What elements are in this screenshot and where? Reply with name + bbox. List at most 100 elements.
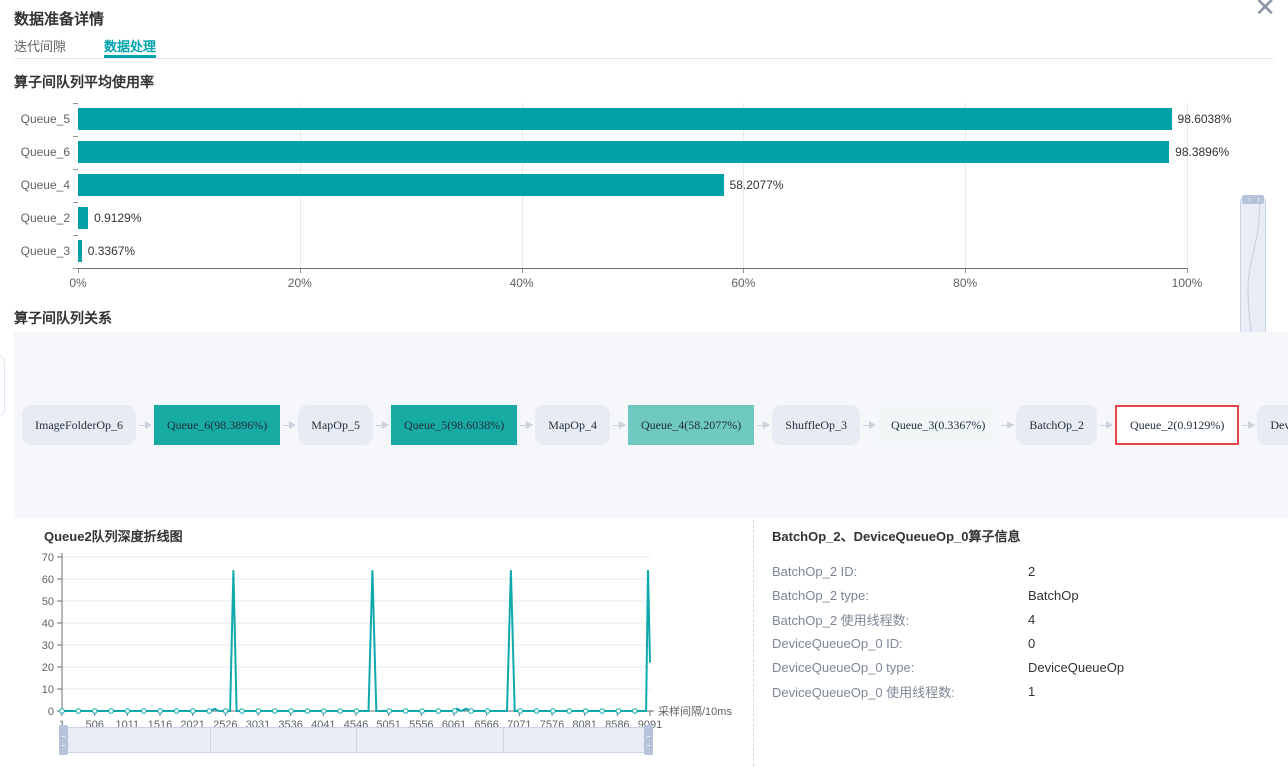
tab-data-processing[interactable]: 数据处理	[104, 36, 156, 58]
x-axis-tick-label: 80%	[953, 276, 977, 290]
bar[interactable]	[78, 207, 88, 229]
bar[interactable]	[78, 141, 1169, 163]
zoom-slider-right-handle[interactable]	[644, 725, 653, 755]
flow-arrow	[1001, 425, 1013, 426]
queue-usage-section-title: 算子间队列平均使用率	[14, 72, 154, 92]
info-row-label: DeviceQueueOp_0 type:	[772, 660, 1028, 675]
zoom-slider-left-handle[interactable]	[59, 725, 68, 755]
queue2-depth-series-line	[62, 570, 650, 711]
info-row-value: 4	[1028, 612, 1035, 627]
info-row: BatchOp_2 type:BatchOp	[772, 583, 1272, 607]
data-point-marker	[60, 709, 65, 714]
zoom-slider-divider	[503, 728, 504, 752]
info-row-value: DeviceQueueOp	[1028, 660, 1124, 675]
info-row: DeviceQueueOp_0 ID:0	[772, 631, 1272, 655]
bottom-section: Queue2队列深度折线图 01020304050607015061011151…	[0, 520, 1288, 768]
flow-node-mapop_4[interactable]: MapOp_4	[535, 405, 610, 445]
bar-value-label: 0.9129%	[94, 202, 141, 235]
flow-arrow	[1242, 425, 1254, 426]
bar-category-label: Queue_5	[0, 103, 70, 136]
flow-arrow	[520, 425, 532, 426]
bar-value-label: 98.6038%	[1178, 103, 1232, 136]
y-axis-tick-label: 0	[48, 706, 54, 718]
flow-node-queue_6[interactable]: Queue_6(98.3896%)	[154, 405, 280, 445]
queue2-depth-line-chart: 0102030405060701506101115162021252630313…	[32, 547, 748, 729]
tab-iteration-gap[interactable]: 迭代间隙	[14, 36, 66, 58]
info-row: BatchOp_2 ID:2	[772, 559, 1272, 583]
zoom-slider-divider	[356, 728, 357, 752]
data-point-marker	[207, 709, 212, 714]
data-point-marker	[289, 709, 294, 714]
data-point-marker	[354, 709, 359, 714]
flow-node-queue_3[interactable]: Queue_3(0.3367%)	[878, 405, 998, 445]
flow-node-shuffleop_3[interactable]: ShuffleOp_3	[772, 405, 860, 445]
bar[interactable]	[78, 174, 724, 196]
data-point-marker	[272, 709, 277, 714]
data-point-marker	[469, 709, 474, 714]
data-point-marker	[109, 709, 114, 714]
info-row-value: 0	[1028, 636, 1035, 651]
close-icon[interactable]: ✕	[1254, 0, 1276, 20]
y-axis-tick	[73, 235, 78, 236]
operator-info-rows: BatchOp_2 ID:2BatchOp_2 type:BatchOp Batc…	[772, 559, 1272, 703]
flow-node-batchop_2[interactable]: BatchOp_2	[1016, 405, 1097, 445]
partially-scrolled-node	[0, 355, 5, 417]
zoom-slider-top-handle[interactable]	[1242, 195, 1264, 204]
bar[interactable]	[78, 108, 1172, 130]
panel-divider	[753, 520, 754, 766]
operator-queue-flow-diagram: ImageFolderOp_6 Queue_6(98.3896%) MapOp_5 Q…	[14, 332, 1288, 518]
y-axis-tick-label: 10	[42, 684, 54, 696]
flow-node-devicequeueop_0[interactable]: DeviceQueueOp_0	[1257, 405, 1288, 445]
info-row-label: DeviceQueueOp_0 ID:	[772, 636, 1028, 651]
queue2-depth-panel: Queue2队列深度折线图 01020304050607015061011151…	[32, 520, 748, 729]
data-point-marker	[403, 709, 408, 714]
info-row-label: BatchOp_2 ID:	[772, 564, 1028, 579]
flow-arrow	[757, 425, 769, 426]
data-point-marker	[305, 709, 310, 714]
flow-node-queue_5[interactable]: Queue_5(98.6038%)	[391, 405, 517, 445]
x-axis-tick-label: 100%	[1172, 276, 1203, 290]
data-point-marker	[420, 709, 425, 714]
data-point-marker	[125, 709, 130, 714]
y-axis-tick-label: 40	[42, 618, 54, 630]
line-chart-horizontal-zoom-slider[interactable]	[62, 727, 650, 753]
info-row: DeviceQueueOp_0 type:DeviceQueueOp	[772, 655, 1272, 679]
data-point-marker	[387, 709, 392, 714]
y-axis-tick-label: 70	[42, 552, 54, 564]
flow-node-queue_2[interactable]: Queue_2(0.9129%)	[1115, 405, 1239, 445]
data-point-marker	[256, 709, 261, 714]
flow-arrow	[139, 425, 151, 426]
data-point-marker	[632, 709, 637, 714]
y-axis-tick-label: 20	[42, 662, 54, 674]
data-point-marker	[158, 709, 163, 714]
x-axis-tick-label: 40%	[510, 276, 534, 290]
y-axis-tick	[73, 136, 78, 137]
queue-usage-bar-chart: 0%20%40%60%80%100%Queue_598.6038%Queue_6…	[0, 95, 1288, 295]
page-title: 数据准备详情	[14, 8, 104, 29]
info-row-label: DeviceQueueOp_0 使用线程数:	[772, 682, 1028, 701]
bar-value-label: 58.2077%	[730, 169, 784, 202]
info-row-value: 1	[1028, 684, 1035, 699]
x-axis-tick	[1187, 268, 1188, 273]
data-point-marker	[223, 709, 228, 714]
bar-category-label: Queue_6	[0, 136, 70, 169]
info-row-label: BatchOp_2 使用线程数:	[772, 610, 1028, 629]
flow-node-queue_4[interactable]: Queue_4(58.2077%)	[628, 405, 754, 445]
bar[interactable]	[78, 240, 82, 262]
data-point-marker	[600, 709, 605, 714]
flow-node-mapop_5[interactable]: MapOp_5	[298, 405, 373, 445]
flow-arrow	[613, 425, 625, 426]
flow-arrow	[1100, 425, 1112, 426]
y-axis-tick-label: 60	[42, 574, 54, 586]
x-axis-tick-label: 60%	[731, 276, 755, 290]
operator-info-panel: BatchOp_2、DeviceQueueOp_0算子信息 BatchOp_2 …	[772, 526, 1272, 703]
flow-node-imagefolderop_6[interactable]: ImageFolderOp_6	[22, 405, 136, 445]
flow-track: ImageFolderOp_6 Queue_6(98.3896%) MapOp_5 Q…	[22, 404, 1278, 446]
data-point-marker	[92, 709, 97, 714]
data-point-marker	[338, 709, 343, 714]
data-point-marker	[191, 709, 196, 714]
data-point-marker	[551, 709, 556, 714]
data-point-marker	[534, 709, 539, 714]
flow-arrow	[376, 425, 388, 426]
tab-bar: 迭代间隙 数据处理	[14, 36, 1274, 59]
